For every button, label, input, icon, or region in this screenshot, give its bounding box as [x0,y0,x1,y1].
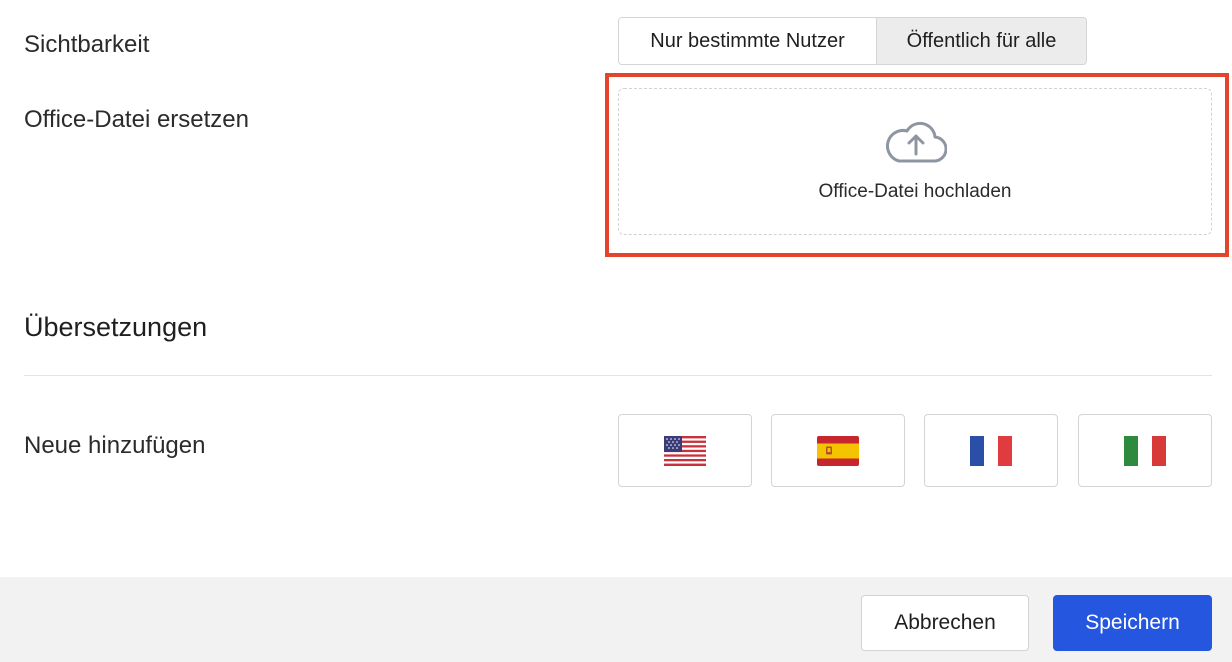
visibility-segmented-control: Nur bestimmte Nutzer Öffentlich für alle [618,17,1087,65]
save-button[interactable]: Speichern [1053,595,1212,651]
add-translation-fr-button[interactable] [924,414,1058,487]
replace-file-label: Office-Datei ersetzen [24,106,249,133]
add-translation-en-button[interactable] [618,414,752,487]
upload-label: Office-Datei hochladen [818,181,1012,202]
visibility-option-public[interactable]: Öffentlich für alle [877,18,1086,64]
footer-bar [0,577,1232,662]
add-translation-label: Neue hinzufügen [24,432,206,459]
cloud-upload-icon [885,119,948,165]
cancel-button[interactable]: Abbrechen [861,595,1029,651]
file-upload-dropzone[interactable]: Office-Datei hochladen [618,88,1212,235]
add-translation-es-button[interactable] [771,414,905,487]
fr-flag-icon [970,435,1012,466]
us-flag-icon [664,435,706,466]
section-divider [24,375,1212,376]
it-flag-icon [1124,435,1166,466]
visibility-option-specific-users[interactable]: Nur bestimmte Nutzer [619,18,877,64]
visibility-label: Sichtbarkeit [24,31,150,58]
es-flag-icon [817,435,859,466]
translations-heading: Übersetzungen [24,312,208,342]
add-translation-it-button[interactable] [1078,414,1212,487]
